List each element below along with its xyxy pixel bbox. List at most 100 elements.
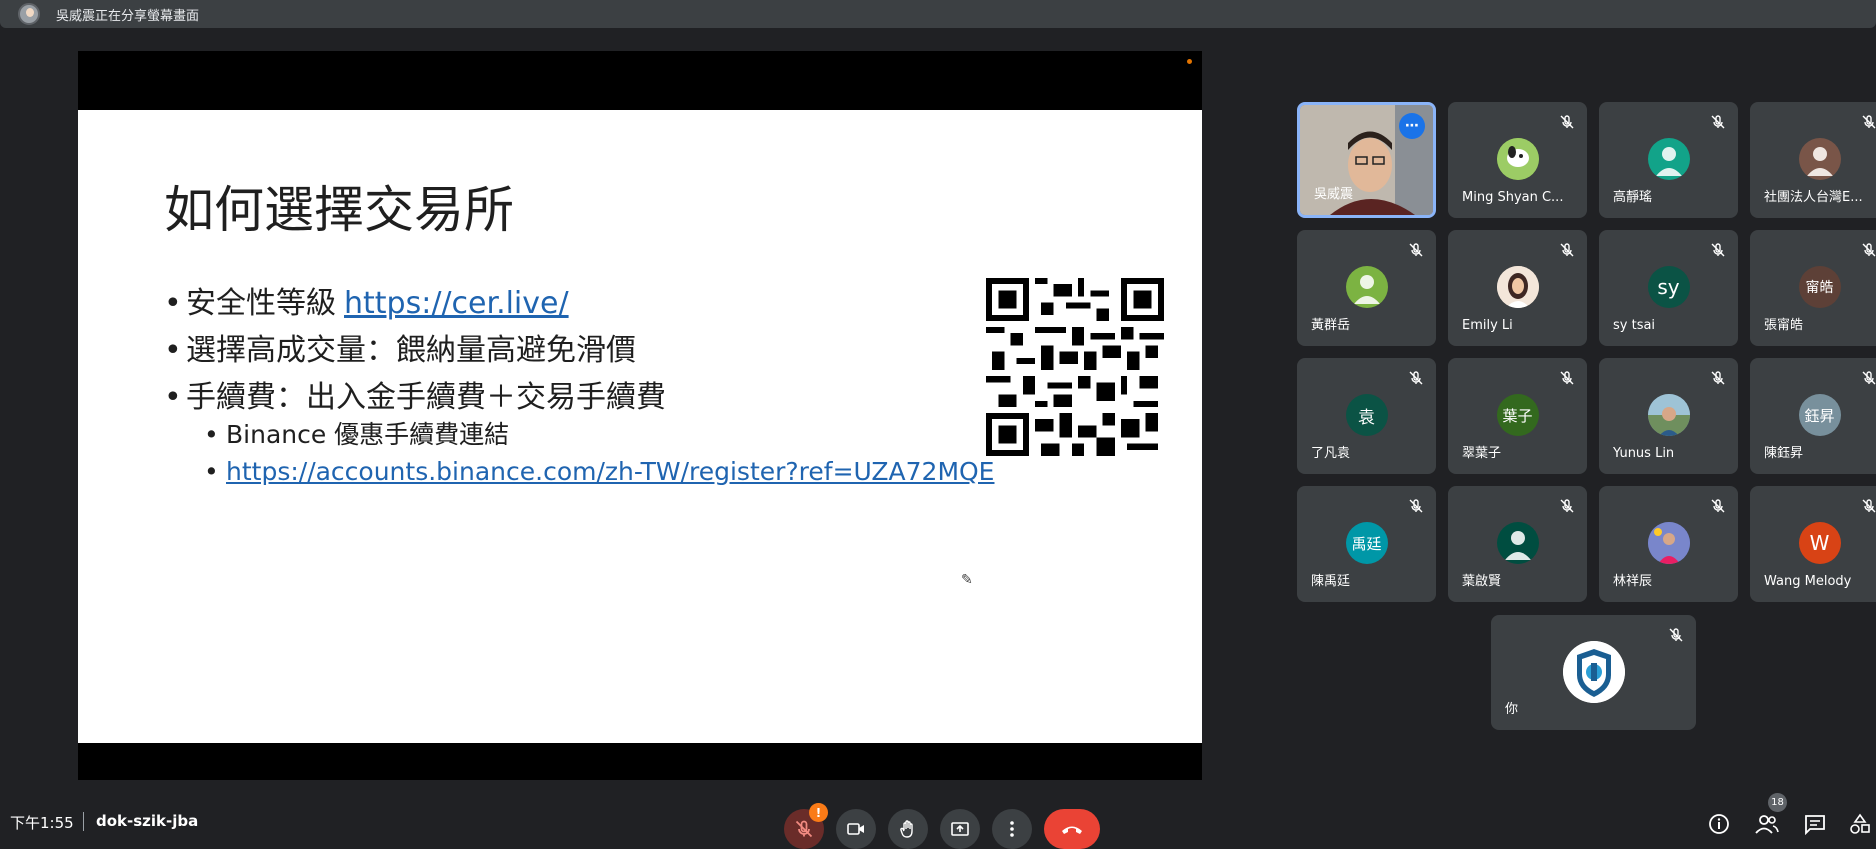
participant-avatar: 甯皓 [1798,266,1841,308]
participant-tile[interactable]: sy sy tsai [1599,230,1738,346]
participant-name: 黃群岳 [1311,318,1351,333]
referral-link[interactable]: https://accounts.binance.com/zh-TW/regis… [226,453,994,490]
participant-tile[interactable]: Ming Shyan C... [1448,102,1587,218]
participant-tile[interactable]: 袁 了凡袁 [1297,358,1436,474]
mic-off-icon [1409,499,1423,513]
mic-off-icon [1409,371,1423,385]
participant-avatar [1798,138,1841,180]
participant-tile[interactable]: Emily Li [1448,230,1587,346]
participant-name: Wang Melody [1764,574,1852,589]
sub-bullet-item: • Binance 優惠手續費連結 [204,416,994,453]
pen-cursor-icon: ✎ [961,572,973,588]
self-tile[interactable]: 你 [1491,615,1696,730]
participant-count-badge: 18 [1768,793,1787,812]
mic-off-icon [1669,628,1683,642]
participant-tile[interactable]: Yunus Lin [1599,358,1738,474]
sharing-banner: 吳威震正在分享螢幕畫面 [0,0,1876,28]
participant-name: 葉啟賢 [1462,574,1502,589]
warning-badge: ! [809,803,828,822]
mic-off-icon [1711,499,1725,513]
participant-tile[interactable]: 鈺昇 陳鈺昇 [1750,358,1876,474]
participant-name: Yunus Lin [1613,446,1675,461]
leave-call-button[interactable] [1044,809,1100,849]
mic-off-icon [1409,243,1423,257]
people-icon [1755,815,1779,834]
sub-bullet-text: Binance 優惠手續費連結 [226,420,510,449]
participant-tile[interactable]: 高靜瑤 [1599,102,1738,218]
slide: 如何選擇交易所 • 安全性等級 https://cer.live/ • 選擇高成… [78,110,1202,743]
participant-avatar [1496,138,1539,180]
participant-tile[interactable]: 林祥辰 [1599,486,1738,602]
mic-off-icon [1711,243,1725,257]
presentation-view[interactable]: 如何選擇交易所 • 安全性等級 https://cer.live/ • 選擇高成… [78,51,1202,780]
participant-avatar: W [1798,522,1841,564]
participant-avatar: 葉子 [1496,394,1539,436]
more-vert-icon [1010,821,1014,837]
mic-off-icon [1560,115,1574,129]
hand-icon [900,820,913,838]
participant-name: 翠葉子 [1462,446,1502,461]
info-icon [1709,814,1729,834]
participant-avatar: 鈺昇 [1798,394,1841,436]
more-options-icon[interactable]: ⋯ [1399,113,1425,139]
mic-off-icon [1862,499,1876,513]
self-name: 你 [1505,702,1519,717]
mic-off-icon [1711,371,1725,385]
participant-avatar [1496,266,1539,308]
indicator-dot [1187,59,1192,64]
participant-avatar: 袁 [1345,394,1388,436]
participant-name: 吳威震 [1314,187,1354,202]
sharing-text: 吳威震正在分享螢幕畫面 [56,8,200,24]
divider [83,812,84,831]
slide-title: 如何選擇交易所 [164,181,514,239]
present-screen-button[interactable] [940,809,980,849]
participant-name: 陳鈺昇 [1764,446,1804,461]
participant-tile[interactable]: 葉啟賢 [1448,486,1587,602]
people-button[interactable] [1755,812,1779,836]
camera-icon [847,823,864,835]
activities-button[interactable] [1848,812,1872,836]
participant-tile[interactable]: 社團法人台灣E... [1750,102,1876,218]
bullet-text: 選擇高成交量：餵納量高避免滑價 [186,333,636,368]
more-options-button[interactable] [992,809,1032,849]
participant-name: Ming Shyan C... [1462,190,1564,205]
present-icon [951,822,969,836]
participant-tile[interactable]: 黃群岳 [1297,230,1436,346]
participant-avatar [1647,522,1690,564]
participant-tile[interactable]: W Wang Melody [1750,486,1876,602]
chat-button[interactable] [1803,812,1827,836]
mic-off-icon [1560,371,1574,385]
participant-name: Emily Li [1462,318,1513,333]
participant-name: 林祥辰 [1613,574,1653,589]
participant-avatar: sy [1647,266,1690,308]
sub-bullet-item: • https://accounts.binance.com/zh-TW/reg… [204,453,994,490]
mic-off-icon [1560,243,1574,257]
bullet-item: • 選擇高成交量：餵納量高避免滑價 [164,327,666,374]
participant-avatar [1647,138,1690,180]
hangup-icon [1062,826,1082,834]
bullet-text: 手續費：出入金手續費＋交易手續費 [186,380,666,415]
participant-name: 高靜瑤 [1613,190,1653,205]
mic-toggle-button[interactable]: ! [784,803,828,849]
bullet-text: 安全性等級 [186,286,336,321]
slide-link[interactable]: https://cer.live/ [344,280,569,327]
self-avatar [1562,641,1625,703]
bullet-item: • 安全性等級 https://cer.live/ [164,280,666,327]
mic-off-icon [1711,115,1725,129]
participant-tile[interactable]: ⋯ 吳威震 [1297,102,1436,218]
participant-tile[interactable]: 葉子 翠葉子 [1448,358,1587,474]
chat-icon [1805,815,1825,835]
meeting-details-button[interactable] [1707,812,1731,836]
camera-toggle-button[interactable] [836,809,876,849]
bottom-toolbar: 下午1:55 dok-szik-jba ! [0,800,1876,849]
slide-bullets: • 安全性等級 https://cer.live/ • 選擇高成交量：餵納量高避… [164,280,666,421]
raise-hand-button[interactable] [888,809,928,849]
presenter-avatar [18,3,40,25]
participant-tile[interactable]: 禹廷 陳禹廷 [1297,486,1436,602]
participant-name: 社團法人台灣E... [1764,190,1863,205]
mic-off-icon [1560,499,1574,513]
participant-avatar [1496,522,1539,564]
participant-tile[interactable]: 甯皓 張甯皓 [1750,230,1876,346]
mic-off-icon [1862,115,1876,129]
participant-avatar [1647,394,1690,436]
